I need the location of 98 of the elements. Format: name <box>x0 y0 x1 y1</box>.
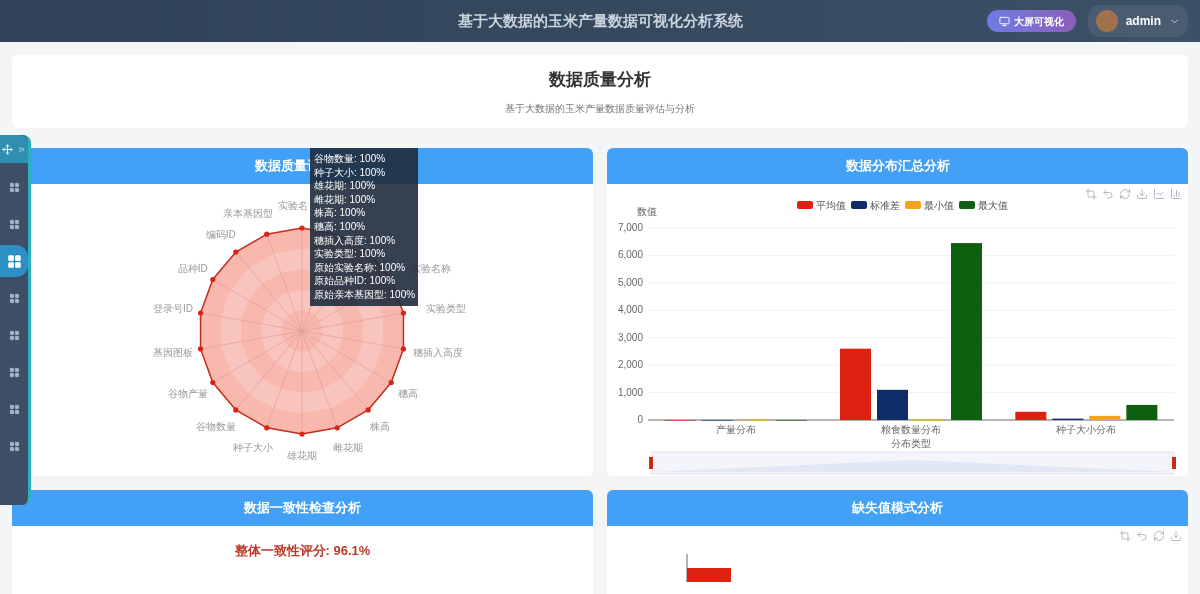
y-tick-label: 7,000 <box>617 222 643 233</box>
refresh-icon[interactable] <box>1153 530 1165 542</box>
radar-point <box>264 425 270 431</box>
bar <box>1126 404 1158 420</box>
radar-point <box>210 276 216 283</box>
legend-swatch[interactable] <box>797 201 813 209</box>
y-tick-label: 5,000 <box>617 276 643 288</box>
tooltip-line: 原始实验名称: 100% <box>314 260 406 275</box>
radar-axis-label: 基因图板 <box>152 346 193 358</box>
radar-point <box>233 249 239 255</box>
expand-icon[interactable] <box>17 144 26 154</box>
grid-icon <box>8 403 20 415</box>
download-icon[interactable] <box>1170 530 1182 542</box>
tooltip-line: 雌花期: 100% <box>314 192 376 207</box>
grid-icon <box>8 329 20 341</box>
undo-icon[interactable] <box>1136 530 1148 542</box>
bar <box>877 389 908 420</box>
radar-point <box>388 379 394 386</box>
radar-axis-label: 谷物数量 <box>195 420 236 432</box>
consistency-score: 整体一致性评分: 96.1% <box>233 542 372 560</box>
monitor-icon <box>998 15 1010 27</box>
radar-axis-label: 亲本基因型 <box>223 207 274 219</box>
x-tick-label: 粮食数量分布 <box>881 424 941 435</box>
x-tick-label: 种子大小分布 <box>1056 424 1117 435</box>
radar-axis-label: 雌花期 <box>332 442 363 454</box>
refresh-icon[interactable] <box>1119 188 1131 200</box>
panel-header: 数据分布汇总分析 <box>607 148 1188 184</box>
radar-point <box>365 407 371 413</box>
page-title: 数据质量分析 <box>549 69 651 92</box>
grid-icon <box>8 366 20 378</box>
user-menu[interactable]: admin <box>1087 5 1188 37</box>
y-tick-label: 4,000 <box>617 304 643 316</box>
undo-icon[interactable] <box>1102 188 1114 200</box>
radar-point <box>197 310 204 316</box>
crop-icon[interactable] <box>1085 188 1097 200</box>
grid-icon <box>8 292 20 304</box>
radar-axis-label: 编码ID <box>205 229 236 241</box>
zoom-slider[interactable] <box>649 451 1176 475</box>
bar <box>840 348 871 420</box>
radar-axis-label: 实验名 <box>278 200 308 211</box>
sidebar-item[interactable] <box>0 245 28 277</box>
grid-icon <box>8 218 20 230</box>
y-tick-label: 1,000 <box>617 386 643 398</box>
legend-label[interactable]: 平均值 <box>816 200 846 211</box>
legend-label[interactable]: 最小值 <box>924 200 954 211</box>
crop-icon[interactable] <box>1119 530 1131 542</box>
radar-axis-label: 品种ID <box>177 262 208 274</box>
radar-point <box>400 346 407 352</box>
radar-axis-label: 种子大小 <box>233 442 274 454</box>
panel-header: 数据一致性检查分析 <box>12 490 593 526</box>
grid-icon <box>8 440 20 452</box>
app-title: 基于大数据的玉米产量数据可视化分析系统 <box>457 10 743 31</box>
y-axis-title: 数值 <box>637 206 657 217</box>
download-icon[interactable] <box>1136 188 1148 200</box>
radar-point <box>264 231 270 237</box>
radar-point <box>233 407 239 413</box>
big-screen-button[interactable]: 大屏可视化 <box>986 10 1076 32</box>
radar-axis-label: 株高 <box>370 420 391 432</box>
radar-axis-label: 登录号ID <box>152 303 193 315</box>
radar-axis-label: 穗高 <box>398 387 419 399</box>
radar-point <box>197 346 204 352</box>
legend-label[interactable]: 标准差 <box>870 200 900 211</box>
y-tick-label: 0 <box>637 414 643 425</box>
tooltip-line: 株高: 100% <box>314 206 366 220</box>
tooltip-line: 原始亲本基因型: 100% <box>314 287 416 302</box>
line-chart-icon[interactable] <box>1153 188 1165 200</box>
radar-axis-label: 雄花期 <box>287 450 317 461</box>
radar-point <box>334 425 340 431</box>
legend-swatch[interactable] <box>905 201 921 209</box>
radar-point <box>210 379 216 386</box>
legend-label[interactable]: 最大值 <box>978 200 1008 211</box>
y-tick-label: 6,000 <box>617 249 643 261</box>
tooltip-line: 实验类型: 100% <box>314 247 386 261</box>
legend-swatch[interactable] <box>851 201 867 209</box>
radar-point <box>400 310 407 316</box>
bar-chart-icon[interactable] <box>1170 188 1182 200</box>
legend-swatch[interactable] <box>959 201 975 209</box>
radar-axis-label: 实验类型 <box>426 303 467 315</box>
x-axis-title: 分布类型 <box>891 438 931 449</box>
username: admin <box>1125 13 1161 30</box>
y-tick-label: 3,000 <box>617 331 643 343</box>
tooltip-line: 原始品种ID: 100% <box>314 274 396 288</box>
move-icon[interactable] <box>2 143 13 155</box>
panel-header: 缺失值模式分析 <box>607 490 1188 526</box>
tooltip-line: 穗高: 100% <box>314 219 366 234</box>
x-tick-label: 产量分布 <box>715 424 756 435</box>
y-tick-label: 2,000 <box>617 359 643 371</box>
radar-point <box>299 225 305 231</box>
radar-axis-label: 穗插入高度 <box>413 346 464 358</box>
avatar <box>1095 10 1118 32</box>
grid-icon <box>8 181 20 193</box>
grid-icon <box>6 253 22 269</box>
bar <box>1015 411 1047 420</box>
tooltip-line: 穗插入高度: 100% <box>314 233 396 248</box>
radar-point <box>299 431 305 437</box>
page-subtitle: 基于大数据的玉米产量数据质量评估与分析 <box>505 101 695 116</box>
bar <box>1089 415 1121 420</box>
radar-axis-label: 谷物产量 <box>167 387 208 399</box>
